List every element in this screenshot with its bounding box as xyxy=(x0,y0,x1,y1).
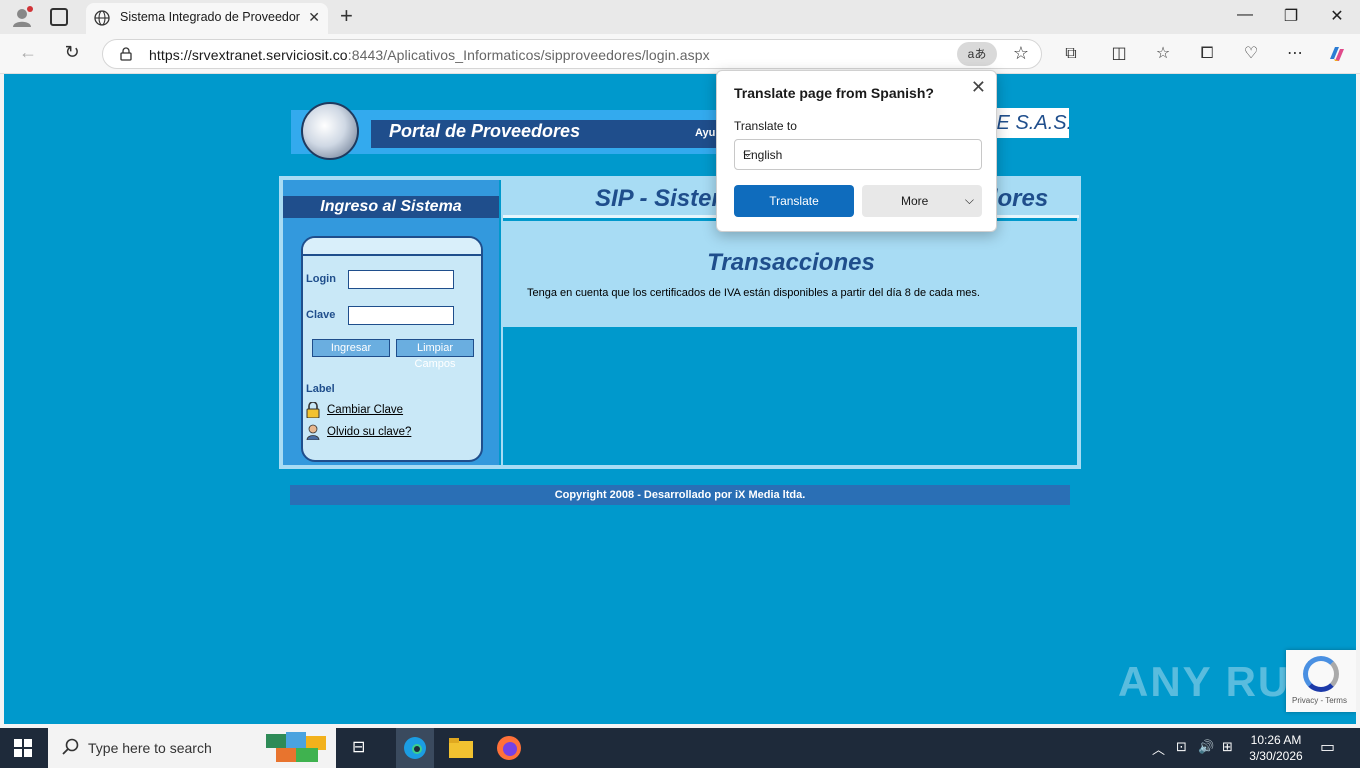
taskbar-search[interactable]: Type here to search xyxy=(48,728,336,768)
close-window-icon[interactable]: ✕ xyxy=(1322,6,1352,26)
browser-essentials-icon[interactable]: ♡ xyxy=(1240,43,1262,65)
more-options-icon[interactable]: ⋯ xyxy=(1284,43,1306,65)
search-placeholder: Type here to search xyxy=(88,740,212,756)
portal-title: Portal de Proveedores xyxy=(389,121,581,141)
system-clock[interactable]: 10:26 AM 3/30/2026 xyxy=(1246,732,1306,764)
transactions-title: Transacciones xyxy=(707,249,875,276)
address-bar[interactable]: https://srvextranet.serviciosit.co:8443/… xyxy=(102,39,1042,69)
browser-titlebar: Sistema Integrado de Proveedores ✕ + — ❐… xyxy=(0,0,1360,34)
minimize-icon[interactable]: — xyxy=(1230,6,1260,24)
clock-time: 10:26 AM xyxy=(1250,733,1302,747)
puzzle-icon xyxy=(266,732,326,762)
submit-button[interactable]: Ingresar xyxy=(312,339,390,357)
volume-icon[interactable]: 🔊 xyxy=(1198,739,1214,755)
notifications-icon[interactable]: ▭ xyxy=(1320,737,1335,757)
restore-icon[interactable]: ❐ xyxy=(1276,6,1306,26)
network-icon[interactable]: ⊡ xyxy=(1176,739,1187,755)
search-icon xyxy=(62,738,79,755)
translate-to-label: Translate to xyxy=(734,119,797,133)
windows-start-icon[interactable] xyxy=(14,739,32,757)
password-input[interactable] xyxy=(348,306,454,325)
translate-popup-title: Translate page from Spanish? xyxy=(734,85,934,101)
recaptcha-badge[interactable]: Privacy - Terms xyxy=(1286,650,1356,712)
chevron-down-icon: ⌵ xyxy=(964,193,974,207)
browser-toolbar: ← ↻ https://srvextranet.serviciosit.co:8… xyxy=(0,34,1360,74)
tray-chevron-icon[interactable]: ︿ xyxy=(1152,739,1165,758)
more-button[interactable]: More ⌵ xyxy=(862,185,982,217)
login-label: Login xyxy=(306,273,336,285)
change-password-link[interactable]: Cambiar Clave xyxy=(327,404,403,416)
clock-date: 3/30/2026 xyxy=(1249,749,1303,763)
input-method-icon[interactable]: ⊞ xyxy=(1222,739,1233,755)
transactions-text: Tenga en cuenta que los certificados de … xyxy=(527,287,980,299)
new-tab-icon[interactable]: + xyxy=(340,5,353,27)
translate-icon[interactable]: aあ xyxy=(957,42,997,66)
refresh-icon[interactable]: ↻ xyxy=(60,42,84,63)
more-button-label: More xyxy=(901,194,929,208)
collections-icon[interactable]: ⧠ xyxy=(1196,43,1218,65)
login-box: Login Clave Ingresar Limpiar Campos Labe… xyxy=(301,236,483,462)
back-icon[interactable]: ← xyxy=(16,42,40,63)
translate-popup: Translate page from Spanish? ✕ Translate… xyxy=(716,70,997,232)
taskbar: Type here to search ⊟ ︿ ⊡ 🔊 ⊞ 10:26 AM 3… xyxy=(0,728,1360,768)
globe-icon xyxy=(94,10,110,26)
password-label: Clave xyxy=(306,309,336,321)
login-heading: Ingreso al Sistema xyxy=(283,196,499,218)
company-name: IE S.A.S. xyxy=(991,108,1069,138)
favorite-star-icon[interactable]: ☆ xyxy=(1013,43,1029,64)
recaptcha-icon xyxy=(1303,656,1339,692)
transactions-area: Transacciones Tenga en cuenta que los ce… xyxy=(503,221,1079,327)
login-input[interactable] xyxy=(348,270,454,289)
section-label: Label xyxy=(306,383,335,395)
edge-taskbar-icon[interactable] xyxy=(396,728,434,768)
file-explorer-icon[interactable] xyxy=(447,734,475,762)
url-text: https://srvextranet.serviciosit.co:8443/… xyxy=(149,47,710,63)
tab-title: Sistema Integrado de Proveedores xyxy=(120,10,300,24)
language-select[interactable]: English ⌵ xyxy=(734,139,982,170)
copilot-icon[interactable] xyxy=(1326,43,1348,65)
clear-fields-button[interactable]: Limpiar Campos xyxy=(396,339,474,370)
page-viewport: Portal de Proveedores Ayu IE S.A.S. Ingr… xyxy=(4,74,1356,724)
translate-button[interactable]: Translate xyxy=(734,185,854,217)
login-panel: Ingreso al Sistema Login Clave Ingresar … xyxy=(283,180,499,465)
tab-close-icon[interactable]: ✕ xyxy=(308,9,320,26)
copyright-footer: Copyright 2008 - Desarrollado por iX Med… xyxy=(290,485,1070,505)
recaptcha-text[interactable]: Privacy - Terms xyxy=(1292,696,1347,705)
favorites-icon[interactable]: ☆ xyxy=(1152,43,1174,65)
lock-icon xyxy=(306,402,320,418)
forgot-password-link[interactable]: Olvido su clave? xyxy=(327,426,411,438)
profile-icon[interactable] xyxy=(10,6,34,28)
task-view-icon[interactable]: ⊟ xyxy=(352,737,365,757)
user-icon xyxy=(306,424,320,440)
firefox-icon[interactable] xyxy=(495,734,523,762)
lock-icon[interactable] xyxy=(119,47,133,61)
globe-logo-icon xyxy=(301,102,359,160)
tab-actions-icon[interactable] xyxy=(50,8,68,26)
edge-icon xyxy=(404,737,426,759)
extensions-icon[interactable]: ⧉ xyxy=(1060,43,1082,65)
split-screen-icon[interactable]: ◫ xyxy=(1108,43,1130,65)
active-tab[interactable]: Sistema Integrado de Proveedores ✕ xyxy=(86,3,328,34)
help-link[interactable]: Ayu xyxy=(695,127,715,139)
close-icon[interactable]: ✕ xyxy=(971,77,986,98)
chevron-down-icon: ⌵ xyxy=(743,146,753,160)
